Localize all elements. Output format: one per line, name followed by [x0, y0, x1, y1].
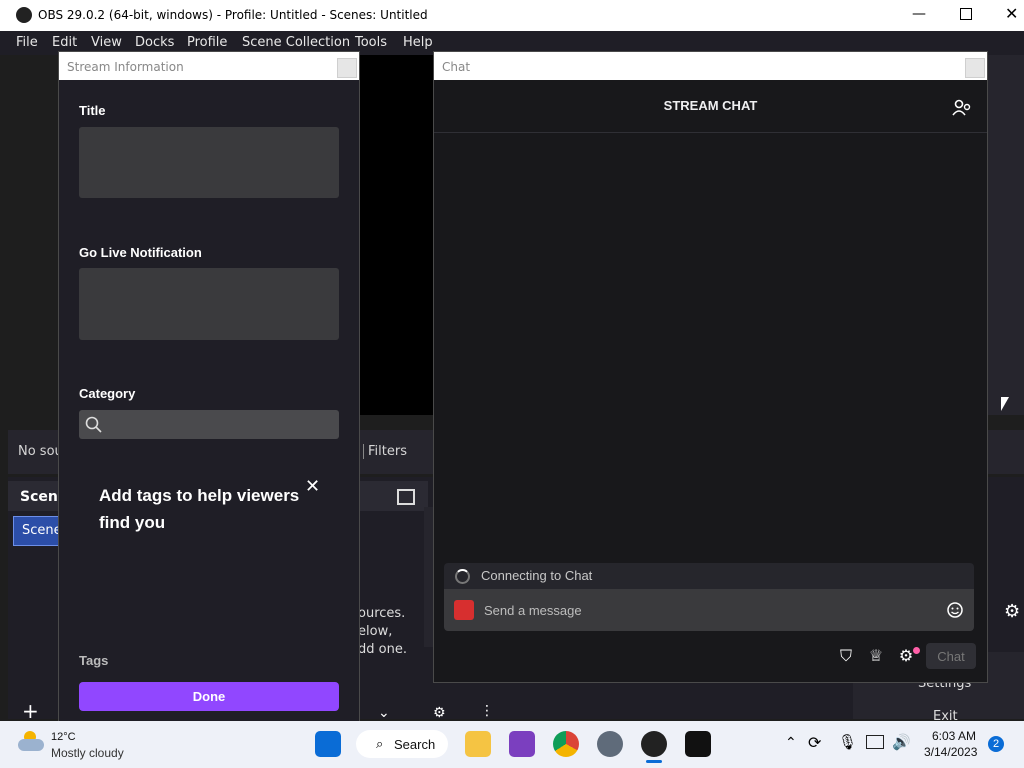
- title-input[interactable]: [79, 127, 339, 198]
- stream-chat-title: STREAM CHAT: [663, 98, 758, 113]
- window-title: OBS 29.0.2 (64-bit, windows) - Profile: …: [38, 8, 428, 22]
- category-search-input[interactable]: [79, 410, 339, 439]
- menu-scene-collection[interactable]: Scene Collection: [242, 35, 350, 50]
- stream-info-close-button[interactable]: [337, 58, 357, 78]
- active-app-indicator: [646, 760, 662, 763]
- settings-app-icon[interactable]: [597, 731, 623, 757]
- network-icon[interactable]: [866, 735, 884, 749]
- taskbar-search-icon: ⌕: [376, 736, 384, 751]
- menu-docks[interactable]: Docks: [135, 35, 174, 50]
- filters-button[interactable]: Filters: [363, 444, 407, 459]
- mouse-cursor-icon: [1001, 397, 1009, 411]
- menu-view[interactable]: View: [91, 35, 122, 50]
- chat-dock-title: Chat: [442, 60, 471, 74]
- connecting-text: Connecting to Chat: [481, 568, 593, 583]
- close-icon[interactable]: ✕: [1005, 4, 1018, 23]
- menu-help[interactable]: Help: [403, 35, 433, 50]
- terminal-icon[interactable]: [685, 731, 711, 757]
- tags-label: Tags: [79, 653, 109, 668]
- menu-file[interactable]: File: [16, 35, 38, 50]
- sync-icon[interactable]: ⟳: [808, 733, 821, 753]
- menu-profile[interactable]: Profile: [187, 35, 227, 50]
- minimize-icon[interactable]: —: [912, 6, 926, 22]
- volume-icon[interactable]: 🔊: [892, 733, 911, 751]
- taskbar-search-label: Search: [394, 737, 436, 752]
- emoji-icon[interactable]: [946, 601, 964, 619]
- scene-list-item[interactable]: Scene: [13, 516, 62, 546]
- category-label: Category: [79, 386, 136, 401]
- community-icon[interactable]: [952, 98, 972, 118]
- obs-taskbar-icon[interactable]: [641, 731, 667, 757]
- go-live-notification-label: Go Live Notification: [79, 245, 202, 260]
- chat-close-button[interactable]: [965, 58, 985, 78]
- chevron-down-icon[interactable]: ⌄: [378, 705, 390, 721]
- trophy-icon[interactable]: ♕: [865, 645, 887, 667]
- notification-dot: [913, 647, 920, 654]
- chevron-up-icon[interactable]: ⌃: [785, 734, 797, 751]
- weather-widget[interactable]: 12°C Mostly cloudy: [18, 729, 158, 761]
- shield-icon[interactable]: ⛉: [835, 645, 857, 667]
- stream-information-dock: Stream Information Title Go Live Notific…: [58, 51, 360, 723]
- clock-time[interactable]: 6:03 AM: [932, 729, 976, 743]
- file-explorer-icon[interactable]: [465, 731, 491, 757]
- visual-studio-icon[interactable]: [509, 731, 535, 757]
- close-tags-prompt-icon[interactable]: ✕: [305, 476, 320, 497]
- stream-info-title: Stream Information: [67, 60, 184, 74]
- no-source-label: No sou: [18, 444, 63, 459]
- title-label: Title: [79, 103, 106, 118]
- taskbar-search[interactable]: ⌕ Search: [356, 730, 448, 758]
- stream-info-titlebar: Stream Information: [59, 52, 359, 80]
- chat-message-input[interactable]: [482, 599, 926, 621]
- microphone-icon[interactable]: 🎙: [838, 733, 857, 751]
- cloud-sun-icon: [18, 731, 44, 753]
- done-button[interactable]: Done: [79, 682, 339, 711]
- scene-item-label: Scene: [22, 523, 62, 538]
- weather-description: Mostly cloudy: [51, 746, 124, 760]
- undock-icon[interactable]: [397, 489, 415, 505]
- obs-logo-icon: [16, 7, 32, 23]
- menu-edit[interactable]: Edit: [52, 35, 77, 50]
- go-live-notification-input[interactable]: [79, 268, 339, 340]
- tags-prompt: Add tags to help viewers find you: [99, 486, 300, 532]
- scenes-dock-header: Scene: [8, 481, 67, 511]
- sources-hint: ources. elow, dd one.: [358, 606, 407, 657]
- chat-header: STREAM CHAT: [434, 80, 987, 133]
- chrome-icon[interactable]: [553, 731, 579, 757]
- mixer-gear-icon[interactable]: ⚙: [433, 705, 446, 721]
- add-scene-icon[interactable]: +: [22, 701, 39, 721]
- preview-side: [986, 55, 1024, 415]
- chat-send-button[interactable]: Chat: [926, 643, 976, 669]
- windows-taskbar: 12°C Mostly cloudy ⌕ Search ⌃ ⟳ 🎙 🔊 6:03…: [0, 721, 1024, 768]
- windows-start-icon[interactable]: [315, 731, 341, 757]
- window-titlebar: OBS 29.0.2 (64-bit, windows) - Profile: …: [0, 0, 1024, 31]
- notification-badge[interactable]: 2: [988, 736, 1004, 752]
- preview-canvas: [358, 55, 434, 415]
- weather-temperature: 12°C: [51, 731, 76, 743]
- more-options-icon[interactable]: ⋮: [480, 703, 494, 719]
- gear-icon[interactable]: ⚙: [1004, 601, 1020, 622]
- chat-input-box[interactable]: [444, 589, 974, 631]
- search-icon: [85, 416, 102, 433]
- menu-tools[interactable]: Tools: [355, 35, 387, 50]
- connecting-banner: Connecting to Chat: [444, 563, 974, 589]
- loading-spinner-icon: [455, 569, 470, 584]
- chat-dock: Chat STREAM CHAT Connecting to Chat ⛉ ♕ …: [433, 51, 988, 683]
- sources-dock-header: [358, 481, 428, 511]
- chat-titlebar: Chat: [434, 52, 987, 80]
- maximize-icon[interactable]: [960, 8, 972, 20]
- camera-icon: [454, 600, 474, 620]
- clock-date[interactable]: 3/14/2023: [924, 745, 977, 759]
